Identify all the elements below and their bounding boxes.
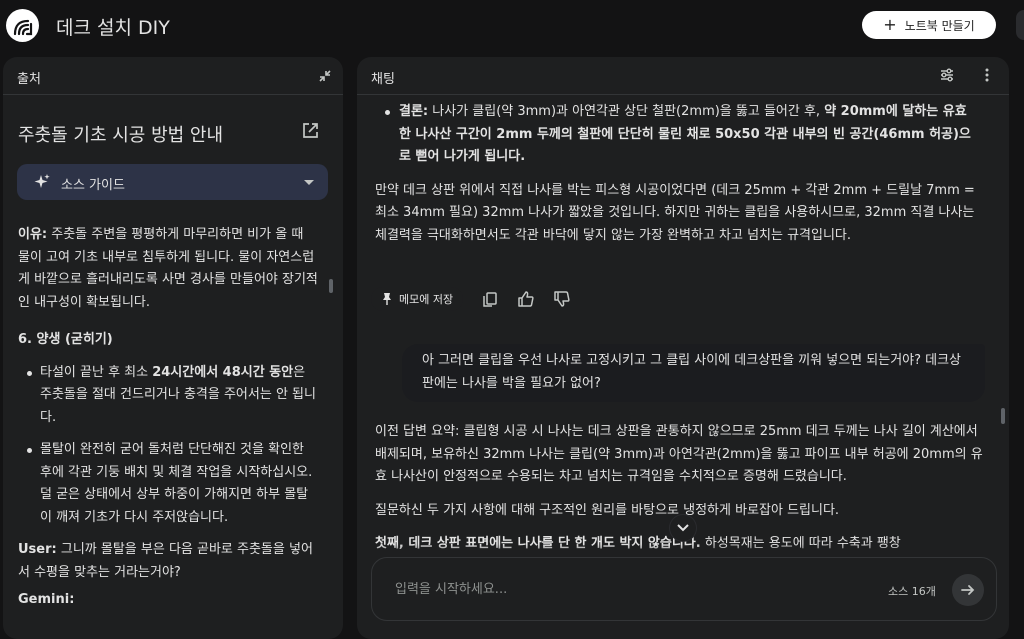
section-heading: 6. 양생 (굳히기)	[18, 332, 113, 347]
source-document-title: 주춧돌 기초 시공 방법 안내	[18, 125, 224, 146]
list-item: 몰탈이 완전히 굳어 돌처럼 단단해진 것을 확인한 후에 각관 기둥 배치 및…	[18, 439, 318, 529]
curing-list: 타설이 끝난 후 최소 24시간에서 48시간 동안은 주춧돌을 절대 건드리거…	[18, 362, 318, 530]
chat-input-box: 소스 16개	[371, 557, 997, 621]
tune-settings-icon[interactable]	[939, 67, 955, 83]
chat-panel-header: 채팅	[357, 57, 1009, 95]
more-options-icon[interactable]	[979, 67, 995, 83]
reason-paragraph: 이유: 주춧돌 주변을 평평하게 마무리하면 비가 올 때 물이 고여 기초 내…	[18, 224, 318, 314]
notebook-title[interactable]: 데크 설치 DIY	[56, 13, 170, 40]
source-count-badge: 소스 16개	[888, 585, 936, 598]
response-paragraph: 만약 데크 상판 위에서 직접 나사를 박는 피스형 시공이었다면 (데크 25…	[375, 182, 975, 243]
copy-icon[interactable]	[481, 290, 499, 308]
sources-scrollbar[interactable]	[329, 279, 333, 293]
conclusion-bullet: 결론: 나사가 클립(약 3mm)과 아연각관 상단 철판(2mm)을 뚫고 들…	[375, 101, 975, 169]
save-to-note-button[interactable]: 메모에 저장	[371, 287, 464, 311]
open-in-new-icon[interactable]	[300, 121, 320, 141]
sources-panel-title: 출처	[17, 72, 41, 87]
notebooklm-logo-icon[interactable]	[6, 9, 39, 42]
list-item: 타설이 끝난 후 최소 24시간에서 48시간 동안은 주춧돌을 절대 건드리거…	[18, 362, 318, 430]
scroll-to-bottom-button[interactable]	[670, 515, 696, 541]
chat-panel: 채팅 결론: 나사가 클립(약 3mm)과 아연각관 상단 철판(2mm)을 뚫…	[357, 57, 1009, 639]
sparkle-icon	[34, 174, 50, 188]
account-edge[interactable]	[1016, 10, 1024, 40]
collapse-panel-icon[interactable]	[317, 68, 333, 84]
source-guide-label: 소스 가이드	[61, 178, 125, 193]
arrow-right-icon	[961, 585, 975, 595]
sources-panel: 출처 주춧돌 기초 시공 방법 안내 소스 가이드 이유: 주춧돌 주변을 평평…	[3, 57, 343, 639]
reason-label: 이유:	[18, 227, 48, 242]
send-button[interactable]	[952, 574, 984, 606]
reason-text: 주춧돌 주변을 평평하게 마무리하면 비가 올 때 물이 고여 기초 내부로 침…	[18, 227, 318, 310]
sources-panel-header: 출처	[3, 57, 343, 95]
chat-response-top: 결론: 나사가 클립(약 3mm)과 아연각관 상단 철판(2mm)을 뚫고 들…	[375, 95, 975, 247]
source-guide-content: 이유: 주춧돌 주변을 평평하게 마무리하면 비가 올 때 물이 고여 기초 내…	[18, 224, 318, 612]
create-notebook-label: 노트북 만들기	[904, 18, 975, 33]
chat-scrollbar[interactable]	[1001, 408, 1005, 424]
chat-header-actions	[939, 67, 995, 83]
user-question: User: 그니까 몰탈을 부은 다음 곧바로 주춧돌을 넣어서 수평을 맞추는…	[18, 542, 313, 580]
chat-panel-title: 채팅	[371, 72, 395, 87]
thumbs-down-icon[interactable]	[553, 290, 571, 308]
user-message-bubble: 아 그러면 클립을 우선 나사로 고정시키고 그 클립 사이에 데크상판을 끼워…	[402, 344, 985, 402]
chevron-down-icon	[304, 180, 314, 185]
thumbs-up-icon[interactable]	[517, 290, 535, 308]
chat-input[interactable]	[395, 578, 855, 600]
plus-icon: +	[883, 15, 897, 34]
top-bar: 데크 설치 DIY + 노트북 만들기	[0, 0, 1024, 52]
source-guide-dropdown[interactable]: 소스 가이드	[17, 164, 328, 200]
answer-summary: 이전 답변 요약: 클립형 시공 시 나사는 데크 상판을 관통하지 않으므로 …	[375, 424, 983, 484]
pin-icon	[383, 293, 391, 305]
chevron-down-icon	[677, 524, 689, 532]
save-to-note-label: 메모에 저장	[399, 293, 454, 306]
response-actions: 메모에 저장	[371, 287, 571, 311]
create-notebook-button[interactable]: + 노트북 만들기	[862, 11, 996, 39]
gemini-label: Gemini:	[18, 592, 75, 607]
